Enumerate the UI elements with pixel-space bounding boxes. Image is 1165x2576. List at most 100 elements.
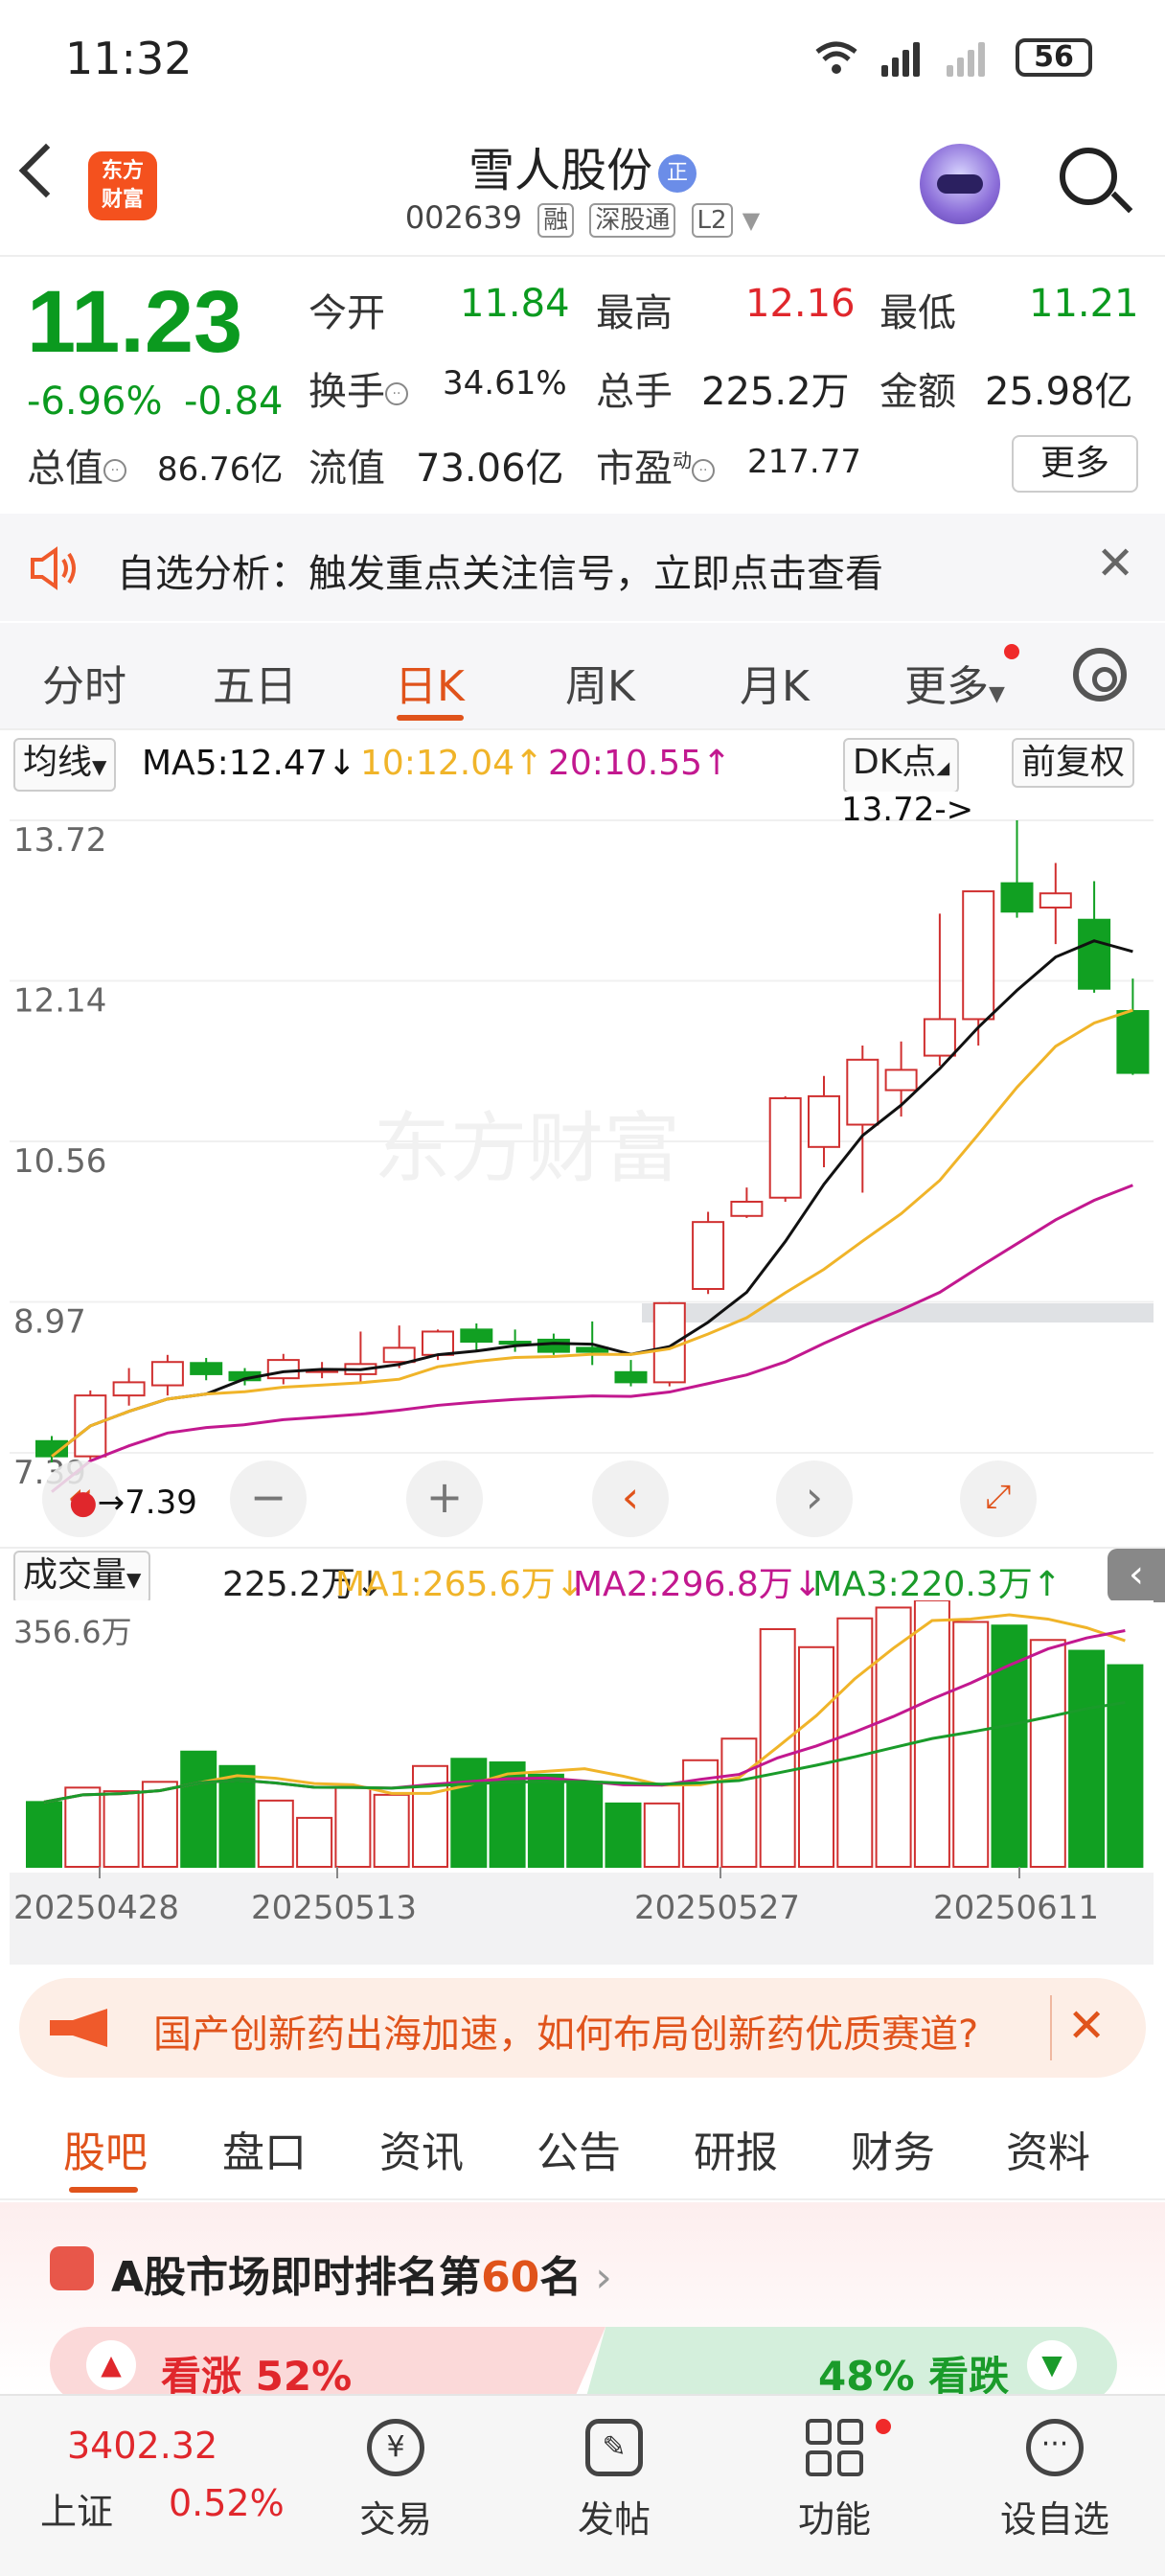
volume-bar (836, 1617, 874, 1868)
amount-value: 25.98亿 (985, 370, 1133, 414)
index-name[interactable]: 上证 (40, 2482, 113, 2535)
analysis-notice[interactable]: 自选分析：触发重点关注信号，立即点击查看 ✕ (0, 514, 1165, 621)
candle-body (923, 1018, 956, 1057)
tab-five-day[interactable]: 五日 (213, 652, 297, 713)
dropdown-icon: ▼ (742, 207, 761, 234)
pe-label: 市盈动 ·· (596, 437, 715, 493)
info-icon[interactable]: ·· (385, 382, 408, 405)
content-tabs: 股吧 盘口 资讯 公告 研报 财务 资料 (0, 2093, 1165, 2200)
volume-bar (141, 1781, 178, 1869)
tab-research[interactable]: 研报 (694, 2118, 778, 2179)
verified-badge-icon: 正 (658, 154, 697, 193)
prev-icon[interactable]: ‹ (592, 1460, 669, 1537)
open-label: 今开 (308, 291, 385, 335)
notification-dot (876, 2419, 891, 2434)
volume-bar (913, 1598, 950, 1869)
ma-legend: 均线▼ MA5:12.47↓ 10:12.04↑ 20:10.55↑ DK点◢ … (0, 734, 1165, 794)
tab-orderbook[interactable]: 盘口 (222, 2118, 307, 2179)
amount-label: 金额 (879, 370, 956, 414)
info-icon[interactable]: ·· (103, 459, 126, 482)
volume-select[interactable]: 成交量▼ (13, 1551, 151, 1604)
high-label: 最高 (596, 291, 673, 335)
stock-code: 002639 (404, 199, 522, 236)
candle-body (846, 1058, 879, 1126)
open-value: 11.84 (460, 282, 570, 326)
indicator-select[interactable]: 均线▼ (13, 738, 117, 792)
tag-level2: L2 (691, 203, 733, 238)
change-amount: -0.84 (184, 380, 284, 424)
k-line-chart[interactable]: 东方财富 13.72 12.14 10.56 8.97 7.39 13.72-> « −… (10, 791, 1154, 1547)
rank-title: A股市场即时排名第60名 › (111, 2253, 612, 2302)
info-icon[interactable]: ·· (692, 459, 715, 482)
nav-functions[interactable]: 功能 (763, 2419, 906, 2542)
index-value[interactable]: 3402.32 (67, 2425, 217, 2467)
volume-bar (643, 1802, 680, 1868)
next-icon[interactable]: › (776, 1460, 853, 1537)
down-arrow-icon[interactable]: ▼ (1027, 2340, 1077, 2390)
ma20-value: 20:10.55↑ (548, 744, 732, 783)
candle-body (382, 1346, 416, 1364)
tab-news[interactable]: 资讯 (379, 2118, 464, 2179)
candle-body (1078, 918, 1111, 990)
vol-ma1: MA1:265.6万↓ (335, 1565, 584, 1604)
adjust-select[interactable]: 前复权 (1012, 738, 1135, 788)
candle-body (808, 1094, 840, 1148)
volume-bar (527, 1773, 564, 1868)
notification-dot (1004, 644, 1019, 659)
gear-icon[interactable] (1073, 648, 1127, 702)
watermark: 东方财富 (374, 1104, 680, 1193)
date-label: 20250513 (251, 1889, 417, 1927)
tab-daily-k[interactable]: 日K (395, 652, 465, 713)
candle-body (768, 1097, 802, 1199)
tab-weekly-k[interactable]: 周K (565, 652, 635, 713)
market-rank-card[interactable]: A股市场即时排名第60名 › ▲ 看涨 52% 48% 看跌 ▼ (0, 2202, 1165, 2404)
tab-more[interactable]: 更多▼ (904, 652, 1005, 713)
vol-ma3: MA3:220.3万↑ (812, 1565, 1062, 1604)
promo-banner[interactable]: 国产创新药出海加速，如何布局创新药优质赛道? ✕ (19, 1978, 1146, 2078)
volume-bar (450, 1758, 488, 1868)
stock-name: 雪人股份 (468, 144, 652, 197)
more-button[interactable]: 更多 (1012, 435, 1138, 493)
up-arrow-icon[interactable]: ▲ (86, 2340, 136, 2390)
tab-profile[interactable]: 资料 (1006, 2118, 1090, 2179)
close-icon[interactable]: ✕ (1067, 1999, 1106, 2053)
candle-body (614, 1370, 648, 1384)
pe-value: 217.77 (747, 443, 861, 481)
tab-forum[interactable]: 股吧 (63, 2118, 148, 2179)
zoom-out-icon[interactable]: − (230, 1460, 307, 1537)
fullscreen-icon[interactable]: ⤢ (960, 1460, 1037, 1537)
candle-body (112, 1381, 146, 1397)
volume-value: 225.2万 (701, 370, 850, 414)
volume-bar (798, 1645, 834, 1868)
candle-body (884, 1069, 918, 1092)
clock: 11:32 (65, 33, 193, 84)
low-marker: ●→7.39 (69, 1484, 197, 1522)
dk-point-select[interactable]: DK点◢ (843, 738, 960, 794)
signal-2-icon (947, 40, 1000, 77)
zoom-in-icon[interactable]: + (406, 1460, 483, 1537)
tab-financials[interactable]: 财务 (851, 2118, 935, 2179)
tab-monthly-k[interactable]: 月K (740, 652, 810, 713)
search-icon[interactable] (1060, 148, 1117, 205)
active-tab-indicator (397, 715, 464, 721)
change-percent: -6.96% (27, 380, 163, 424)
yen-icon: ¥ (367, 2419, 424, 2476)
close-icon[interactable]: ✕ (1096, 537, 1134, 590)
candle-body (266, 1359, 300, 1380)
grid-icon (806, 2419, 863, 2476)
candle-body (692, 1221, 725, 1291)
tab-intraday[interactable]: 分时 (42, 652, 126, 713)
volume-bar (991, 1624, 1028, 1868)
candle-body (1000, 882, 1034, 913)
collapse-icon[interactable]: ‹ (1108, 1549, 1165, 1602)
volume-bar (720, 1737, 758, 1868)
nav-add-watchlist[interactable]: ··· 设自选 (983, 2419, 1127, 2542)
nav-trade[interactable]: ¥ 交易 (324, 2419, 468, 2542)
y-axis-label: 8.97 (13, 1303, 86, 1342)
low-value: 11.21 (1029, 282, 1139, 326)
nav-post[interactable]: ✎ 发帖 (542, 2419, 686, 2542)
assistant-avatar-icon[interactable] (920, 144, 1000, 224)
index-change[interactable]: 0.52% (169, 2482, 285, 2524)
tag-connect: 深股通 (589, 203, 676, 238)
tab-announcements[interactable]: 公告 (537, 2118, 621, 2179)
